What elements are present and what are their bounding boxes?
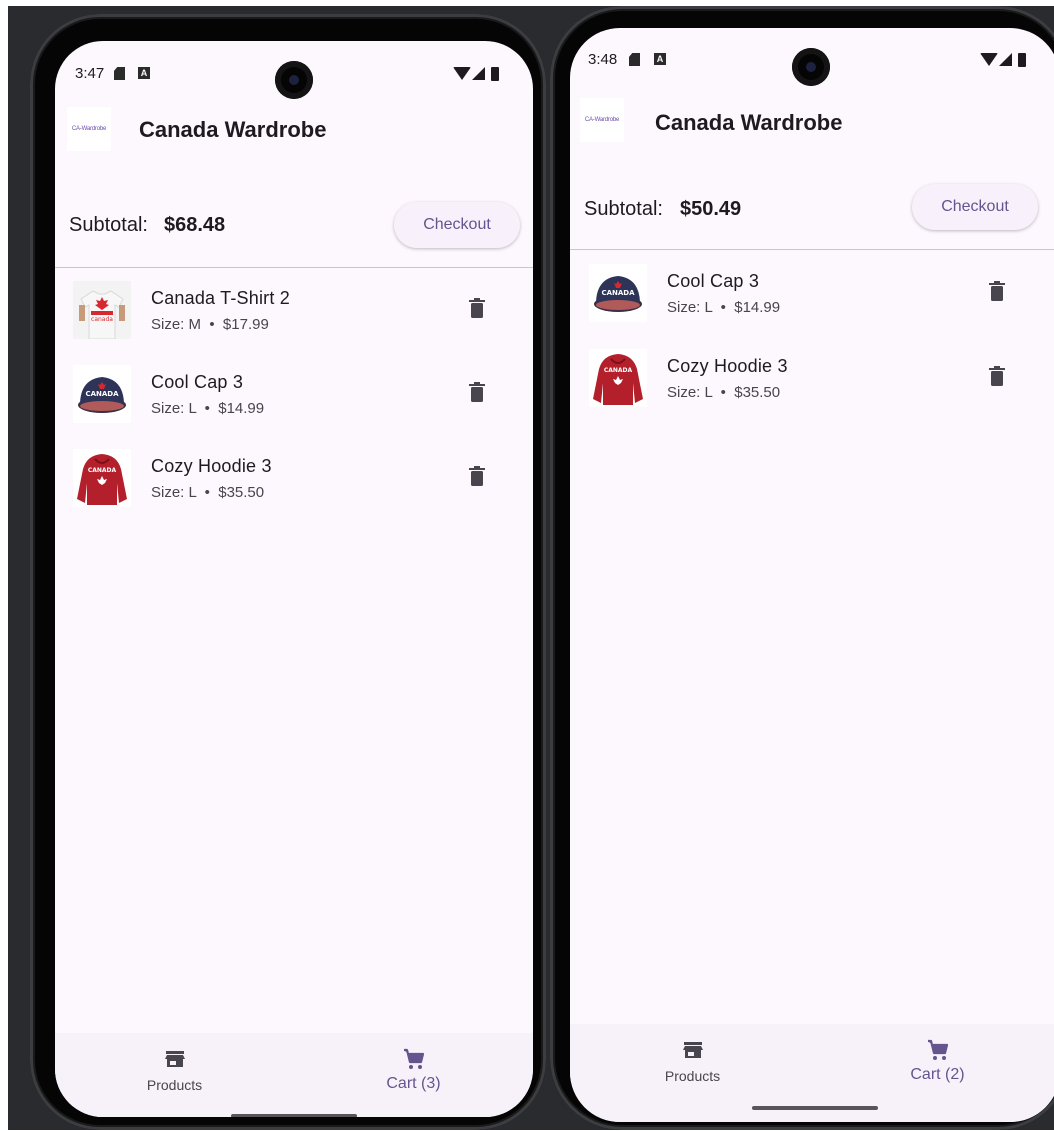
wifi-icon — [980, 53, 998, 66]
cart-item: CANADA Cool Cap 3 Size: L • $14.99 — [570, 264, 1054, 348]
status-time: 3:47 — [75, 65, 105, 82]
item-name: Cool Cap 3 — [151, 372, 244, 392]
phone-frame-left: 3:47 A CA-Wardrobe Canada Wardrobe Subto… — [30, 14, 546, 1130]
cell-signal-icon — [472, 67, 485, 80]
product-thumbnail: canada — [73, 281, 131, 339]
cart-item: CANADA Cozy Hoodie 3 Size: L • $35.50 — [55, 449, 533, 533]
sd-card-icon — [114, 67, 125, 80]
trash-icon — [989, 366, 1005, 386]
front-camera — [275, 61, 313, 99]
app-logo: CA-Wardrobe — [580, 98, 624, 142]
item-meta: Size: L • $14.99 — [667, 299, 781, 316]
item-name: Cool Cap 3 — [667, 271, 760, 291]
nav-label: Cart (2) — [910, 1066, 965, 1083]
subtotal-value: $50.49 — [680, 198, 742, 220]
system-status-icons — [980, 53, 1030, 67]
cap-print-text: CANADA — [85, 390, 119, 398]
subtotal-label: Subtotal: — [584, 198, 663, 220]
item-meta: Size: L • $35.50 — [667, 384, 781, 401]
item-name: Cozy Hoodie 3 — [667, 356, 788, 376]
status-bar: 3:47 A — [55, 41, 533, 101]
product-thumbnail: CANADA — [589, 264, 647, 322]
trash-icon — [469, 382, 485, 402]
battery-icon — [1018, 53, 1026, 67]
subtotal-value: $68.48 — [164, 214, 226, 236]
app-bar: CA-Wardrobe Canada Wardrobe — [55, 101, 533, 165]
item-meta: Size: L • $14.99 — [151, 400, 265, 417]
product-thumbnail: CANADA — [589, 349, 647, 407]
phone-screen: 3:48 A CA-Wardrobe Canada Wardrobe Subto… — [570, 28, 1054, 1122]
trash-icon — [469, 466, 485, 486]
cart-icon — [403, 1048, 424, 1069]
battery-icon — [491, 67, 499, 81]
hoodie-print-text: CANADA — [604, 367, 633, 374]
cart-item: canada Canada T-Shirt 2 Size: M • $17.99 — [55, 281, 533, 365]
store-icon — [682, 1042, 703, 1058]
cart-icon — [927, 1039, 948, 1060]
sd-card-icon — [629, 53, 640, 66]
delete-button[interactable] — [977, 273, 1017, 313]
subtotal-label: Subtotal: — [69, 214, 148, 236]
app-title: Canada Wardrobe — [139, 117, 327, 142]
app-title: Canada Wardrobe — [655, 110, 843, 135]
cart-item: CANADA Cool Cap 3 Size: L • $14.99 — [55, 365, 533, 449]
store-icon — [164, 1051, 185, 1067]
home-indicator[interactable] — [231, 1114, 357, 1117]
item-name: Canada T-Shirt 2 — [151, 288, 290, 308]
subtotal-row: Subtotal: $68.48 Checkout — [55, 196, 533, 256]
wifi-icon — [453, 67, 471, 80]
bottom-navigation: Products Cart (3) — [55, 1033, 533, 1117]
phone-screen: 3:47 A CA-Wardrobe Canada Wardrobe Subto… — [55, 41, 533, 1117]
trash-icon — [989, 281, 1005, 301]
delete-button[interactable] — [457, 374, 497, 414]
cart-item: CANADA Cozy Hoodie 3 Size: L • $35.50 — [570, 349, 1054, 433]
nav-cart[interactable]: Cart (3) — [294, 1033, 533, 1117]
app-bar: CA-Wardrobe Canada Wardrobe — [570, 98, 1054, 162]
item-name: Cozy Hoodie 3 — [151, 456, 272, 476]
divider — [570, 249, 1054, 250]
phone-frame-right: 3:48 A CA-Wardrobe Canada Wardrobe Subto… — [550, 6, 1054, 1130]
item-meta: Size: L • $35.50 — [151, 484, 265, 501]
cell-signal-icon — [999, 53, 1012, 66]
delete-button[interactable] — [457, 290, 497, 330]
subtotal-row: Subtotal: $50.49 Checkout — [570, 180, 1054, 240]
divider — [55, 267, 533, 268]
product-thumbnail: CANADA — [73, 365, 131, 423]
delete-button[interactable] — [457, 458, 497, 498]
delete-button[interactable] — [977, 358, 1017, 398]
nav-products[interactable]: Products — [55, 1033, 294, 1117]
app-logo: CA-Wardrobe — [67, 107, 111, 151]
checkout-button[interactable]: Checkout — [394, 202, 520, 248]
a-notification-icon: A — [654, 53, 666, 65]
product-thumbnail: CANADA — [73, 449, 131, 507]
cap-print-text: CANADA — [601, 289, 635, 297]
a-notification-icon: A — [138, 67, 150, 79]
tshirt-print-text: canada — [91, 316, 113, 323]
front-camera — [792, 48, 830, 86]
nav-label: Products — [664, 1068, 721, 1084]
nav-label: Cart (3) — [386, 1075, 441, 1092]
item-meta: Size: M • $17.99 — [151, 316, 269, 333]
trash-icon — [469, 298, 485, 318]
system-status-icons — [453, 67, 503, 81]
checkout-button[interactable]: Checkout — [912, 184, 1038, 230]
status-bar: 3:48 A — [570, 28, 1054, 88]
home-indicator[interactable] — [752, 1106, 878, 1110]
status-time: 3:48 — [588, 51, 618, 68]
bottom-navigation: Products Cart (2) — [570, 1024, 1054, 1122]
nav-label: Products — [146, 1077, 203, 1093]
hoodie-print-text: CANADA — [88, 467, 117, 474]
